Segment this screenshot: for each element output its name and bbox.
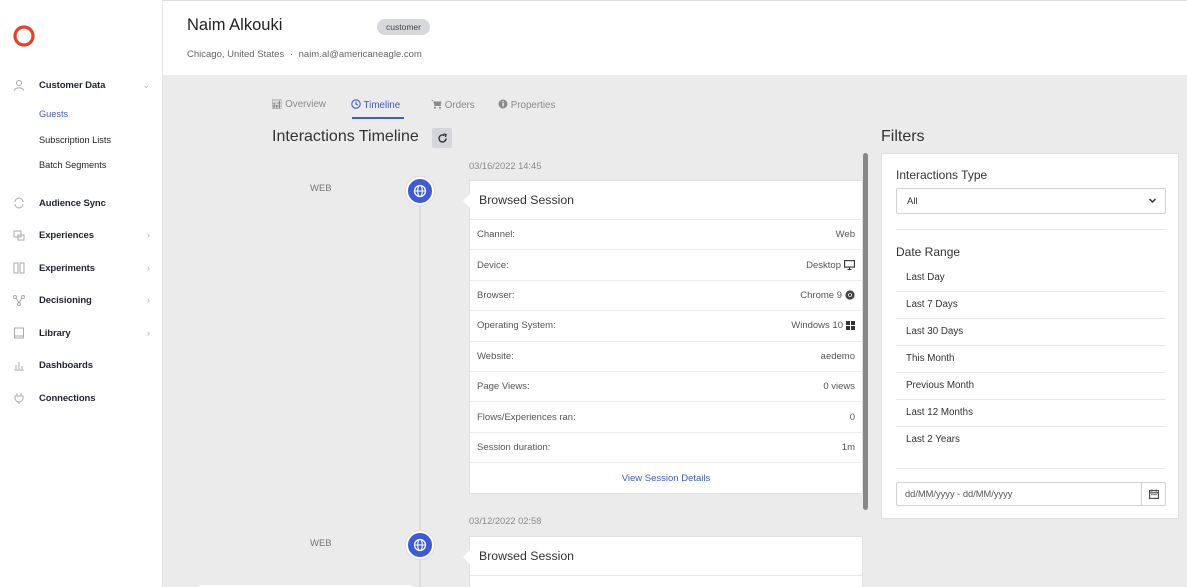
sidebar-item-experiments[interactable]: Experiments › (0, 257, 163, 279)
date-range-option[interactable]: This Month (896, 346, 1166, 373)
chrome-icon (845, 290, 855, 301)
chevron-right-icon: › (147, 328, 150, 338)
sidebar-item-label: Audience Sync (39, 197, 106, 209)
view-session-details-link[interactable]: View Session Details (470, 463, 862, 493)
date-range-label: Date Range (896, 245, 961, 259)
sidebar-item-library[interactable]: Library › (0, 322, 163, 344)
decisioning-icon (12, 293, 26, 307)
tab-orders[interactable]: Orders (431, 99, 475, 111)
user-icon (12, 78, 26, 92)
table-row: Flows/Experiences ran: 0 (470, 402, 862, 433)
desktop-icon (844, 260, 855, 271)
sidebar-item-experiences[interactable]: Experiences › (0, 224, 163, 246)
interactions-type-select[interactable]: All (896, 188, 1166, 214)
date-range-option[interactable]: Last 12 Months (896, 400, 1166, 427)
table-row: Session duration: 1m (470, 433, 862, 464)
sidebar-subitem-subscription-lists[interactable]: Subscription Lists (39, 135, 111, 145)
chevron-right-icon: › (147, 230, 150, 240)
sidebar-item-dashboards[interactable]: Dashboards (0, 354, 163, 376)
chart-icon: 📊︎ (271, 99, 283, 109)
guest-location: Chicago, United States (187, 49, 285, 60)
date-range-option[interactable]: Previous Month (896, 373, 1166, 400)
table-row: Website: aedemo (470, 342, 862, 372)
timeline-title: Interactions Timeline (272, 128, 419, 145)
session-card: Browsed Session (463, 536, 863, 587)
sidebar-item-decisioning[interactable]: Decisioning › (0, 289, 163, 311)
card-title: Browsed Session (470, 537, 862, 576)
date-range-option[interactable]: Last 2 Years (896, 427, 1166, 454)
divider (896, 229, 1166, 230)
separator: · (289, 49, 293, 60)
windows-icon (846, 321, 855, 331)
calendar-button[interactable] (1141, 482, 1166, 506)
table-row: Operating System: Windows 10 (470, 311, 862, 342)
entry-date: 03/12/2022 02:58 (469, 516, 542, 526)
guest-email[interactable]: naim.al@americaneagle.com (299, 49, 422, 60)
brand-logo[interactable] (13, 25, 35, 47)
experiences-icon (12, 228, 26, 242)
active-tab-indicator (352, 117, 404, 119)
card-title: Browsed Session (470, 181, 862, 220)
clock-icon (351, 99, 364, 111)
table-row: Browser: Chrome 9 (470, 281, 862, 312)
chevron-right-icon: › (147, 263, 150, 273)
interactions-type-label: Interactions Type (896, 168, 988, 182)
calendar-icon (1148, 489, 1159, 499)
sidebar-item-connections[interactable]: Connections (0, 387, 163, 409)
divider (896, 468, 1166, 469)
sidebar-item-label: Dashboards (39, 359, 93, 371)
globe-icon (406, 177, 434, 205)
sidebar-item-audience-sync[interactable]: Audience Sync (0, 192, 163, 214)
sidebar-item-label: Experiences (39, 229, 94, 241)
refresh-button[interactable] (432, 128, 452, 148)
tab-timeline[interactable]: Timeline (351, 99, 400, 111)
sidebar-item-label: Library (39, 327, 71, 339)
plug-icon (12, 391, 26, 405)
entry-date: 03/16/2022 14:45 (469, 161, 542, 171)
sidebar: Customer Data ⌄ Guests Subscription List… (0, 0, 163, 587)
library-icon (12, 326, 26, 340)
chevron-down-icon (1148, 189, 1157, 214)
dashboards-icon (12, 358, 26, 372)
date-range-option[interactable]: Last 7 Days (896, 292, 1166, 319)
date-range-option[interactable]: Last Day (896, 265, 1166, 292)
sidebar-item-customer-data[interactable]: Customer Data ⌄ (0, 74, 163, 96)
sidebar-subitem-guests[interactable]: Guests (39, 109, 68, 119)
sidebar-item-label: Customer Data (39, 79, 106, 91)
refresh-icon (437, 132, 447, 143)
chevron-down-icon: ⌄ (142, 79, 150, 90)
globe-icon (406, 531, 434, 559)
sidebar-subitem-batch-segments[interactable]: Batch Segments (39, 160, 106, 170)
table-row: Page Views: 0 views (470, 372, 862, 403)
filters-panel: Interactions Type All Date Range Last Da… (881, 153, 1179, 519)
cart-icon (431, 100, 445, 111)
sidebar-item-label: Experiments (39, 262, 95, 274)
experiments-icon (12, 261, 26, 275)
sidebar-item-label: Connections (39, 392, 96, 404)
main-content: 📊︎ Overview Timeline Orders Properties I… (163, 75, 1187, 587)
sync-icon (12, 196, 26, 210)
timeline-line (419, 185, 421, 587)
entry-channel: WEB (310, 538, 332, 549)
tab-properties[interactable]: Properties (498, 99, 555, 111)
tab-overview[interactable]: 📊︎ Overview (271, 99, 326, 110)
filters-title: Filters (881, 128, 925, 145)
guest-details: Chicago, United States · naim.al@america… (187, 49, 422, 60)
date-range-input[interactable]: dd/MM/yyyy - dd/MM/yyyy (896, 482, 1142, 506)
date-range-option[interactable]: Last 30 Days (896, 319, 1166, 346)
entry-channel: WEB (310, 183, 332, 194)
table-row: Channel: Web (470, 220, 862, 251)
scrollbar[interactable] (863, 153, 868, 510)
session-card: Browsed Session Channel: Web Device: Des… (463, 180, 863, 495)
status-badge: customer (377, 19, 430, 35)
info-icon (498, 99, 511, 111)
sidebar-item-label: Decisioning (39, 294, 92, 306)
profile-header: Naim Alkouki customer Chicago, United St… (163, 0, 1187, 75)
chevron-right-icon: › (147, 295, 150, 305)
table-row: Device: Desktop (470, 250, 862, 281)
guest-name: Naim Alkouki (187, 16, 283, 34)
